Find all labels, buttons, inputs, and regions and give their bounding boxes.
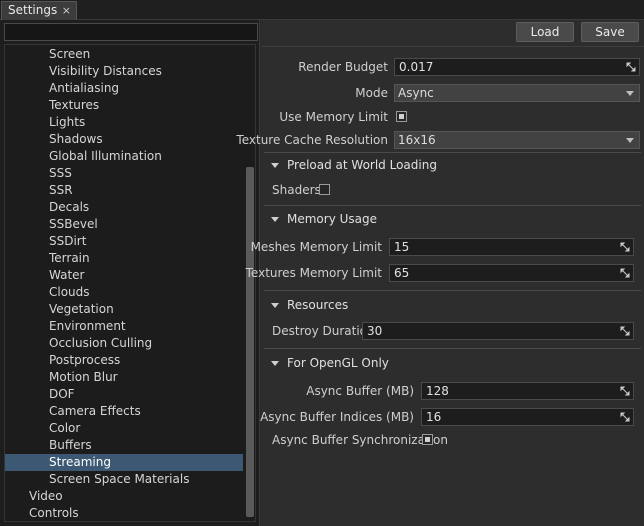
tree-item[interactable]: SSBevel <box>5 216 243 233</box>
tree-item[interactable]: Postprocess <box>5 352 243 369</box>
divider <box>264 348 641 349</box>
tree-item[interactable]: Environment <box>5 318 243 335</box>
tree-item[interactable]: Antialiasing <box>5 80 243 97</box>
destroy-duration-field[interactable]: 30 <box>362 322 634 340</box>
tree-item[interactable]: Streaming <box>5 454 243 471</box>
tree-item[interactable]: Global Illumination <box>5 148 243 165</box>
mode-label: Mode <box>355 86 388 100</box>
textures-memory-limit-label: Textures Memory Limit <box>245 266 382 280</box>
tree-item[interactable]: Clouds <box>5 284 243 301</box>
tree-item[interactable]: Water <box>5 267 243 284</box>
tab-bar: Settings × <box>0 0 644 20</box>
tree-item[interactable]: Motion Blur <box>5 369 243 386</box>
tree-item[interactable]: Shadows <box>5 131 243 148</box>
section-title: Preload at World Loading <box>287 158 437 172</box>
tree-item[interactable]: Video <box>5 488 243 505</box>
chevron-down-icon <box>626 138 634 143</box>
tree-item[interactable]: Lights <box>5 114 243 131</box>
async-buffer-value: 128 <box>426 384 449 398</box>
textures-memory-limit-value: 65 <box>394 266 410 280</box>
divider <box>264 205 641 206</box>
async-buffer-indices-field[interactable]: 16 <box>421 408 634 426</box>
use-memory-limit-checkbox[interactable] <box>396 111 407 122</box>
mode-select[interactable]: Async <box>394 84 640 102</box>
tree-item[interactable]: SSDirt <box>5 233 243 250</box>
left-panel: Controls Video Screen Space Materials Strea… <box>0 20 260 526</box>
load-button[interactable]: Load <box>516 22 574 42</box>
collapse-triangle-icon <box>271 361 279 366</box>
section-opengl[interactable]: For OpenGL Only <box>261 352 642 374</box>
tree-item[interactable]: Controls <box>5 505 243 521</box>
tree-item[interactable]: Vegetation <box>5 301 243 318</box>
async-buffer-field[interactable]: 128 <box>421 382 634 400</box>
async-buffer-indices-label: Async Buffer Indices (MB) <box>260 410 414 424</box>
toolbar-divider <box>261 46 644 47</box>
section-preload[interactable]: Preload at World Loading <box>261 154 642 176</box>
tree-item[interactable]: SSS <box>5 165 243 182</box>
async-buffer-indices-value: 16 <box>426 410 442 424</box>
section-resources[interactable]: Resources <box>261 294 642 316</box>
destroy-duration-label: Destroy Duration <box>272 324 375 338</box>
save-button[interactable]: Save <box>581 22 639 42</box>
divider <box>264 152 641 153</box>
meshes-memory-limit-field[interactable]: 15 <box>389 238 634 256</box>
tree-item[interactable]: Camera Effects <box>5 403 243 420</box>
async-buffer-label: Async Buffer (MB) <box>306 384 414 398</box>
tree-item[interactable]: Screen Space Materials <box>5 471 243 488</box>
tree-item[interactable]: DOF <box>5 386 243 403</box>
tree-item[interactable]: Decals <box>5 199 243 216</box>
render-budget-value: 0.017 <box>399 60 434 74</box>
meshes-memory-limit-label: Meshes Memory Limit <box>250 240 382 254</box>
collapse-triangle-icon <box>271 303 279 308</box>
render-budget-field[interactable]: 0.017 <box>394 58 640 76</box>
section-title: Resources <box>287 298 349 312</box>
shaders-label: Shaders <box>272 183 321 197</box>
collapse-triangle-icon <box>271 163 279 168</box>
mode-value: Async <box>398 86 434 100</box>
close-icon[interactable]: × <box>62 2 71 19</box>
settings-panel: Load Save Render Budget 0.017 Mode Async… <box>236 20 644 526</box>
tree-item[interactable]: Textures <box>5 97 243 114</box>
textures-memory-limit-field[interactable]: 65 <box>389 264 634 282</box>
shaders-checkbox[interactable] <box>319 184 330 195</box>
section-title: Memory Usage <box>287 212 378 226</box>
scrollbar-thumb[interactable] <box>246 167 254 517</box>
tree-item[interactable]: Visibility Distances <box>5 63 243 80</box>
texture-cache-resolution-value: 16x16 <box>398 133 436 147</box>
section-title: For OpenGL Only <box>287 356 389 370</box>
expand-icon[interactable] <box>620 412 630 422</box>
texture-cache-resolution-select[interactable]: 16x16 <box>394 131 640 149</box>
divider <box>264 290 641 291</box>
render-budget-label: Render Budget <box>298 60 388 74</box>
expand-icon[interactable] <box>626 62 636 72</box>
expand-icon[interactable] <box>620 386 630 396</box>
destroy-duration-value: 30 <box>367 324 383 338</box>
chevron-down-icon <box>626 91 634 96</box>
settings-tree: Controls Video Screen Space Materials Strea… <box>4 44 256 522</box>
expand-icon[interactable] <box>620 242 630 252</box>
meshes-memory-limit-value: 15 <box>394 240 410 254</box>
async-buffer-sync-checkbox[interactable] <box>422 434 433 445</box>
tree-item[interactable]: SSR <box>5 182 243 199</box>
tree-item[interactable]: Buffers <box>5 437 243 454</box>
tree-item[interactable]: Color <box>5 420 243 437</box>
tree-item[interactable]: Occlusion Culling <box>5 335 243 352</box>
search-input[interactable] <box>4 23 258 41</box>
tree-item[interactable]: Screen <box>5 46 243 63</box>
texture-cache-resolution-label: Texture Cache Resolution <box>236 133 388 147</box>
use-memory-limit-label: Use Memory Limit <box>279 110 388 124</box>
tab-settings[interactable]: Settings × <box>1 1 77 20</box>
collapse-triangle-icon <box>271 217 279 222</box>
tab-label: Settings <box>8 3 58 17</box>
expand-icon[interactable] <box>620 326 630 336</box>
expand-icon[interactable] <box>620 268 630 278</box>
section-memory-usage[interactable]: Memory Usage <box>261 208 642 230</box>
tree-item[interactable]: Terrain <box>5 250 243 267</box>
